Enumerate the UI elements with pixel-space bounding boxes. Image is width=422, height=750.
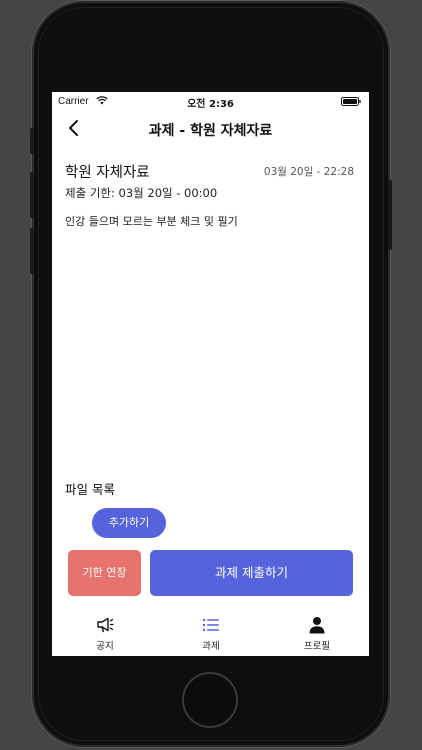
assignment-content: 인강 들으며 모르는 부분 체크 및 필기 <box>65 215 238 228</box>
tab-profile[interactable]: 프로필 <box>264 607 369 656</box>
tab-notice[interactable]: 공지 <box>52 607 158 656</box>
tab-bar: 공지 과제 프로필 <box>52 607 369 656</box>
home-button[interactable] <box>182 672 238 728</box>
list-icon <box>202 618 219 632</box>
megaphone-icon <box>97 617 114 633</box>
tab-assignment[interactable]: 과제 <box>158 607 264 656</box>
volume-up-button <box>30 172 34 218</box>
navigation-bar: 과제 - 학원 자체자료 <box>52 112 369 146</box>
volume-down-button <box>30 228 34 274</box>
assignment-posted-date: 03월 20일 - 22:28 <box>263 166 354 178</box>
file-list-heading: 파일 목록 <box>65 482 115 497</box>
assignment-title: 학원 자체자료 <box>65 165 150 181</box>
mute-switch <box>30 128 34 154</box>
app-screen: Carrier 오전 2:36 과제 - 학원 자체자료 학원 자체자료 03월… <box>52 92 369 656</box>
tab-notice-label: 공지 <box>96 641 114 652</box>
power-button <box>388 180 392 250</box>
battery-icon <box>341 97 361 106</box>
submit-assignment-button[interactable]: 과제 제출하기 <box>150 550 353 596</box>
person-icon <box>309 617 325 634</box>
add-file-button[interactable]: 추가하기 <box>92 508 166 538</box>
tab-assignment-label: 과제 <box>202 641 220 652</box>
page-title: 과제 - 학원 자체자료 <box>148 123 273 139</box>
extend-deadline-button[interactable]: 기한 연장 <box>68 550 141 596</box>
status-time: 오전 2:36 <box>187 99 234 110</box>
assignment-deadline: 제출 기한: 03월 20일 - 00:00 <box>65 186 218 200</box>
tab-profile-label: 프로필 <box>303 641 331 652</box>
status-bar: Carrier 오전 2:36 <box>52 92 369 112</box>
